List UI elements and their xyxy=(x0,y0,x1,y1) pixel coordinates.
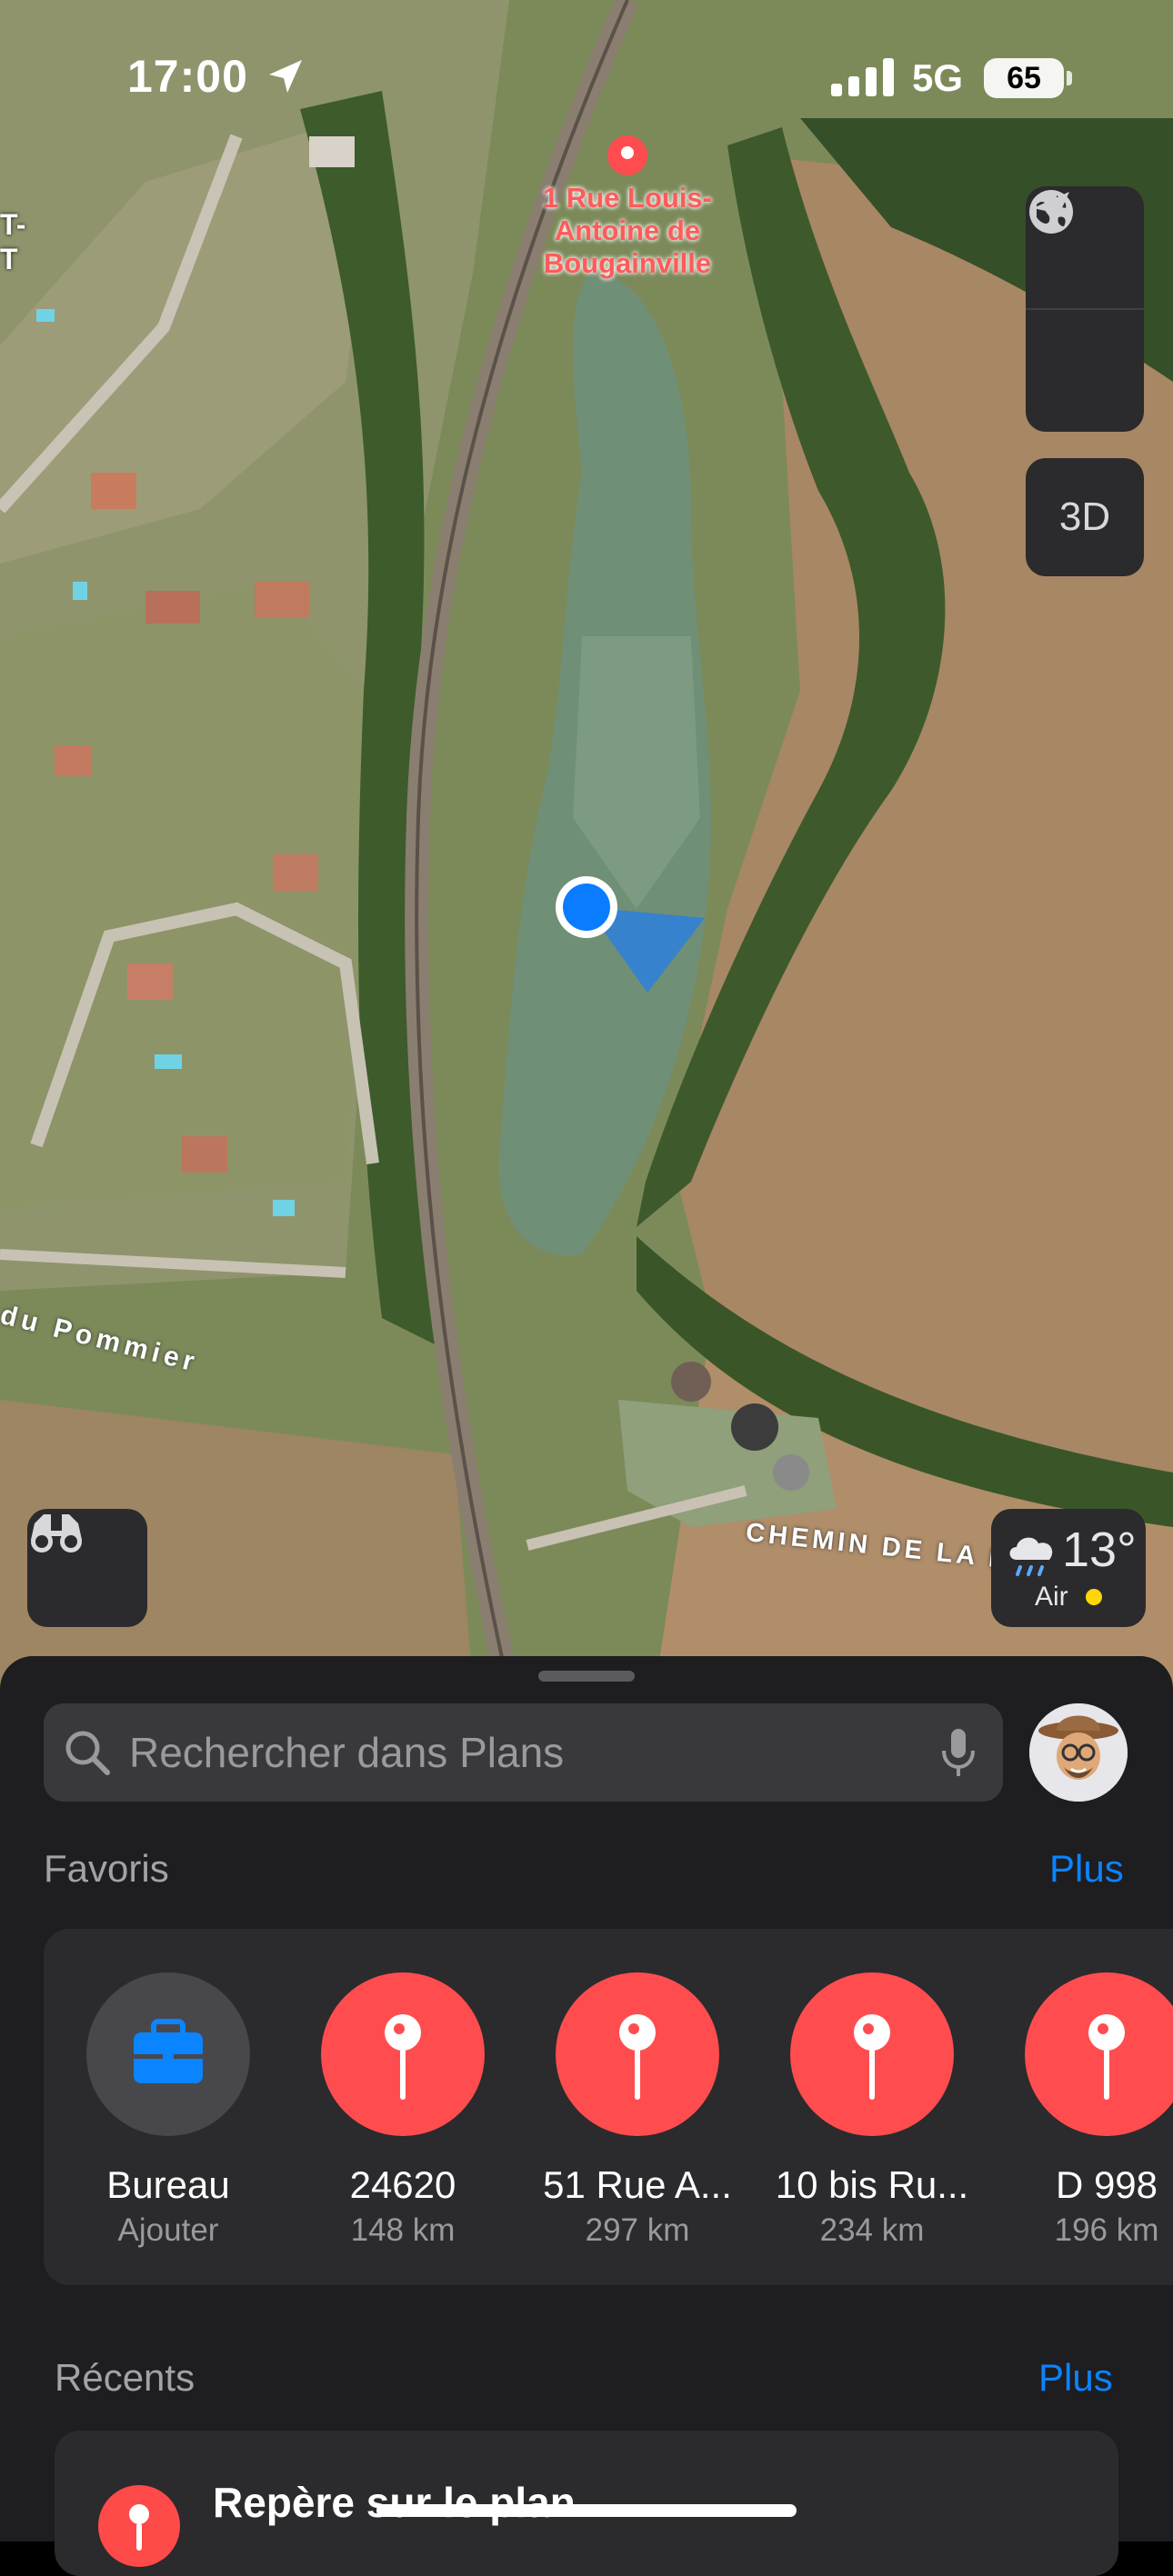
signal-icon xyxy=(831,58,894,96)
pin-icon xyxy=(619,2014,656,2100)
pin-icon xyxy=(385,2014,421,2100)
3d-view-button[interactable]: 3D xyxy=(1026,458,1144,576)
recent-title: Repère sur le plan xyxy=(213,2479,576,2526)
favorite-name: 10 bis Ru... xyxy=(775,2163,969,2206)
satellite-map[interactable]: T- T 1 Rue Louis- Antoine de Bougainvill… xyxy=(0,0,1173,1691)
pin-icon xyxy=(854,2014,890,2100)
location-arrow-icon xyxy=(1033,192,1069,228)
search-icon xyxy=(65,1731,110,1775)
search-input[interactable] xyxy=(127,1722,931,1783)
favorite-name: D 998 xyxy=(1055,2163,1158,2206)
map-edge-label: T- T xyxy=(0,208,26,275)
cloud-rain-icon xyxy=(1009,1537,1053,1576)
binoculars-icon xyxy=(31,1514,82,1553)
favorite-name: Bureau xyxy=(106,2163,230,2206)
favorite-icon-circle xyxy=(321,1972,485,2136)
favorite-item-1[interactable]: 24620 148 km xyxy=(294,1972,512,2249)
status-time: 17:00 xyxy=(127,51,248,102)
memoji-avatar-icon xyxy=(1029,1703,1128,1802)
favorite-name: 51 Rue A... xyxy=(543,2163,732,2206)
favorites-more-link[interactable]: Plus xyxy=(1049,1847,1124,1891)
favorite-item-3[interactable]: 10 bis Ru... 234 km xyxy=(763,1972,981,2249)
favorite-sub: 196 km xyxy=(1054,2212,1159,2248)
favorite-item-2[interactable]: 51 Rue A... 297 km xyxy=(528,1972,747,2249)
locate-me-button[interactable] xyxy=(1026,192,1144,432)
network-type: 5G xyxy=(912,56,964,99)
favorite-icon-circle xyxy=(86,1972,250,2136)
favorite-sub: 297 km xyxy=(585,2212,690,2248)
battery-indicator: 65 xyxy=(984,58,1064,98)
favorite-icon-circle xyxy=(556,1972,719,2136)
favorite-icon-circle xyxy=(1025,1972,1173,2136)
favorites-carousel[interactable]: Bureau Ajouter 24620 148 km 51 Rue A... … xyxy=(44,1929,1173,2285)
favorite-icon-circle xyxy=(790,1972,954,2136)
favorite-sub: 234 km xyxy=(819,2212,925,2248)
weather-widget[interactable]: 13° Air xyxy=(991,1509,1146,1627)
pin-icon xyxy=(98,2485,180,2567)
favorite-name: 24620 xyxy=(349,2163,456,2206)
favorites-title: Favoris xyxy=(44,1847,169,1890)
air-quality-dot xyxy=(1086,1589,1102,1605)
pin-icon xyxy=(1088,2014,1125,2100)
favorite-sub: Ajouter xyxy=(117,2212,219,2248)
favorite-item-4[interactable]: D 998 196 km xyxy=(998,1972,1173,2249)
favorite-sub: 148 km xyxy=(350,2212,456,2248)
location-arrow-icon xyxy=(269,60,302,93)
avatar[interactable] xyxy=(1029,1703,1128,1802)
recents-title: Récents xyxy=(55,2356,196,2399)
recents-more-link[interactable]: Plus xyxy=(1038,2356,1113,2400)
weather-temperature: 13° xyxy=(1062,1523,1137,1577)
status-bar: 17:00 5G 65 xyxy=(0,0,1173,155)
recents-list: Repère sur le plan xyxy=(55,2431,1118,2576)
favorite-item-bureau[interactable]: Bureau Ajouter xyxy=(59,1972,277,2249)
battery-tip xyxy=(1067,71,1072,85)
map-controls xyxy=(1026,186,1144,432)
home-indicator[interactable] xyxy=(376,2504,797,2517)
microphone-icon[interactable] xyxy=(940,1727,977,1780)
briefcase-icon xyxy=(134,2019,203,2083)
look-around-button[interactable] xyxy=(27,1509,147,1627)
search-bar[interactable] xyxy=(44,1703,1003,1802)
map-pin-label[interactable]: 1 Rue Louis- Antoine de Bougainville xyxy=(514,182,741,280)
bottom-sheet: Favoris Plus Bureau Ajouter xyxy=(0,1656,1173,2576)
sheet-grabber[interactable] xyxy=(538,1671,635,1682)
air-quality-label: Air xyxy=(1035,1582,1068,1612)
